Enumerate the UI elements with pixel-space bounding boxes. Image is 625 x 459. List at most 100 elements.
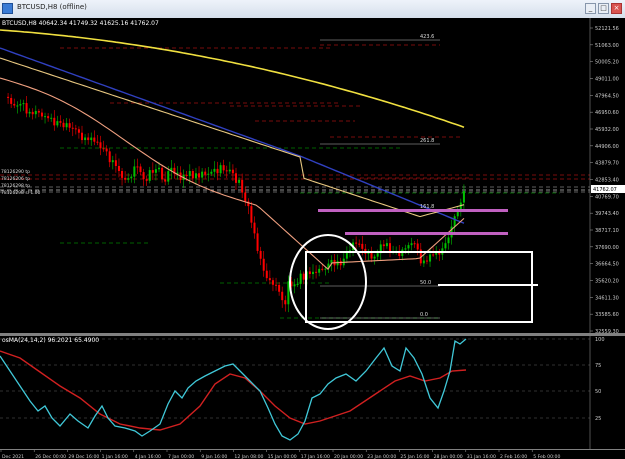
price-axis-label: 51063.00	[595, 43, 619, 49]
ema-20-line	[0, 77, 465, 271]
minimize-button[interactable]: _	[585, 3, 596, 14]
candle-body	[68, 123, 71, 128]
resistance-zone	[318, 209, 508, 212]
candle-body	[44, 116, 47, 118]
candle-body	[259, 250, 262, 259]
candle-body	[339, 260, 342, 266]
candle-body	[53, 117, 56, 126]
fib-label: 50.0	[420, 280, 431, 286]
candle-body	[99, 142, 102, 149]
maximize-button[interactable]: □	[598, 3, 609, 14]
candle-body	[302, 273, 305, 280]
candle-body	[321, 268, 324, 270]
candle-body	[308, 271, 311, 275]
price-axis-label: 45932.00	[595, 127, 619, 133]
date-axis-label: 4 Jan 16:00	[135, 454, 161, 459]
candle-body	[204, 171, 207, 175]
window-title: BTCUSD,H8 (offline)	[17, 3, 87, 11]
candle-body	[281, 291, 284, 301]
candle-body	[145, 179, 148, 181]
candle-body	[77, 129, 80, 133]
candle-body	[62, 122, 65, 128]
chart-window-icon	[2, 3, 13, 14]
osc-level-label: 50	[595, 389, 601, 395]
price-axis-label: 42853.40	[595, 178, 619, 184]
candle-body	[262, 258, 265, 271]
oscillator-pane[interactable]: 100 75 50 25 osMA(24,14,2) 96.2021 65.4900	[0, 336, 625, 449]
candle-body	[425, 260, 428, 262]
candle-body	[81, 132, 83, 141]
candle-body	[312, 271, 314, 275]
candle-body	[315, 271, 318, 273]
price-axis-label: 47964.50	[595, 93, 619, 99]
candle-body	[231, 169, 234, 174]
candle-body	[444, 243, 447, 249]
date-axis-label: 23 Jan 00:00	[367, 454, 396, 459]
candle-body	[142, 172, 145, 180]
candle-body	[355, 242, 358, 244]
candle-body	[114, 160, 117, 167]
candle-body	[127, 178, 130, 180]
candle-body	[13, 103, 16, 106]
price-axis-label: 50005.20	[595, 60, 619, 66]
price-chart-canvas[interactable]: 78126290 tp78126206 tp78126298 tp7812629…	[0, 18, 625, 333]
candle-body	[136, 166, 139, 168]
candle-body	[293, 284, 296, 287]
candle-body	[93, 137, 96, 142]
date-axis: Dec 2021 26 Dec 00:00 29 Dec 16:00 1 Jan 16…	[0, 449, 625, 459]
osc-level-label: 100	[595, 337, 605, 343]
date-axis-label: 2 Feb 16:00	[500, 454, 527, 459]
candle-body	[244, 192, 247, 202]
candle-body	[432, 254, 435, 256]
candle-body	[47, 116, 50, 119]
price-axis-label: 38717.10	[595, 228, 619, 234]
candle-body	[117, 166, 120, 172]
candle-body	[56, 121, 59, 126]
candle-body	[121, 171, 124, 178]
candle-body	[90, 137, 93, 141]
price-axis-label: 40769.70	[595, 194, 619, 200]
date-axis-label: 26 Dec 00:00	[35, 454, 66, 459]
candle-body	[87, 137, 90, 141]
price-axis-label: 37690.00	[595, 245, 619, 251]
support-zone	[345, 232, 508, 235]
window-titlebar[interactable]: BTCUSD,H8 (offline) _ □ ×	[0, 0, 625, 19]
candle-body	[22, 103, 25, 105]
candle-body	[50, 117, 53, 119]
candle-body	[164, 179, 167, 182]
candle-body	[373, 256, 376, 259]
candle-body	[410, 243, 413, 246]
current-price-label: 41762.07	[593, 187, 617, 193]
candle-body	[216, 168, 219, 174]
candle-body	[462, 191, 465, 203]
candle-body	[453, 216, 456, 227]
candle-body	[133, 166, 136, 177]
date-axis-label: 1 Jan 16:00	[102, 454, 128, 459]
candle-body	[238, 179, 241, 183]
close-button[interactable]: ×	[611, 3, 622, 14]
price-axis-label: 44906.00	[595, 144, 619, 150]
candle-body	[413, 243, 416, 245]
candle-body	[84, 137, 87, 141]
candle-body	[25, 103, 28, 114]
price-axis-label: 36664.50	[595, 262, 619, 268]
price-chart-pane[interactable]: BTCUSD,H8 40642.34 41749.32 41625.16 417…	[0, 18, 625, 333]
osc-main-line	[0, 338, 467, 441]
fib-label: 261.8	[420, 138, 434, 144]
candle-body	[268, 278, 271, 281]
date-axis-label: Dec 2021	[2, 454, 24, 459]
candle-body	[130, 176, 133, 179]
candle-body	[447, 237, 450, 244]
order-label: 78126206 tp	[1, 176, 30, 182]
oscillator-canvas[interactable]: 100 75 50 25	[0, 336, 625, 449]
candle-body	[376, 253, 379, 257]
candle-body	[296, 283, 299, 285]
candle-body	[422, 260, 425, 264]
candle-body	[71, 127, 74, 129]
candle-body	[407, 245, 410, 249]
price-axis-label: 39743.40	[595, 211, 619, 217]
candle-body	[253, 222, 256, 234]
candle-body	[324, 268, 327, 270]
candle-body	[256, 233, 259, 251]
candle-body	[235, 173, 237, 183]
